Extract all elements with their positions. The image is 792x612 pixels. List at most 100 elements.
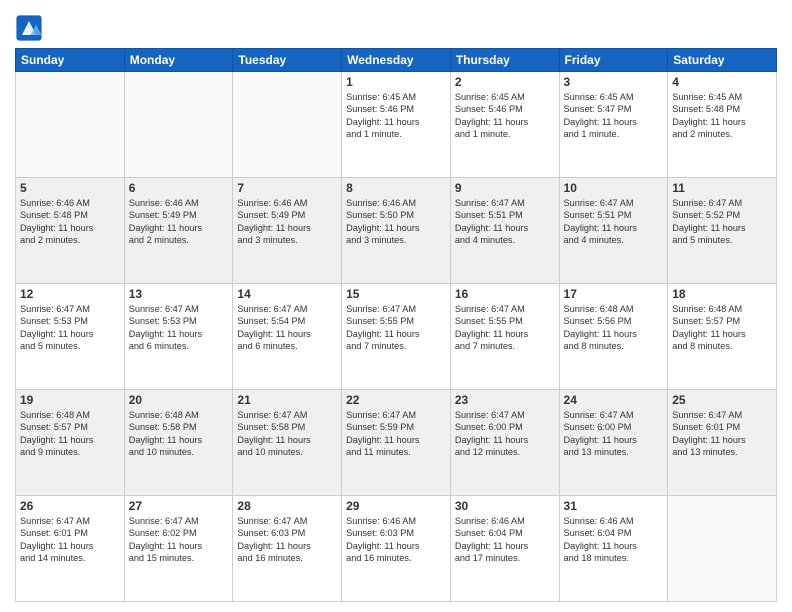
logo	[15, 14, 47, 42]
day-cell: 13 Sunrise: 6:47 AM Sunset: 5:53 PM Dayli…	[124, 284, 233, 390]
col-header-sunday: Sunday	[16, 49, 125, 72]
day-info: Sunrise: 6:47 AM Sunset: 5:51 PM Dayligh…	[455, 197, 555, 247]
col-header-friday: Friday	[559, 49, 668, 72]
col-header-saturday: Saturday	[668, 49, 777, 72]
day-info: Sunrise: 6:46 AM Sunset: 5:50 PM Dayligh…	[346, 197, 446, 247]
day-number: 1	[346, 75, 446, 89]
day-cell: 4 Sunrise: 6:45 AM Sunset: 5:48 PM Daylig…	[668, 72, 777, 178]
col-header-monday: Monday	[124, 49, 233, 72]
day-cell: 22 Sunrise: 6:47 AM Sunset: 5:59 PM Dayli…	[342, 390, 451, 496]
day-cell: 21 Sunrise: 6:47 AM Sunset: 5:58 PM Dayli…	[233, 390, 342, 496]
day-info: Sunrise: 6:46 AM Sunset: 5:49 PM Dayligh…	[237, 197, 337, 247]
day-number: 31	[564, 499, 664, 513]
day-cell: 17Sunrise: 6:48 AM Sunset: 5:56 PM Dayli…	[559, 284, 668, 390]
day-info: Sunrise: 6:48 AM Sunset: 5:57 PM Dayligh…	[20, 409, 120, 459]
day-cell: 1 Sunrise: 6:45 AM Sunset: 5:46 PM Daylig…	[342, 72, 451, 178]
day-number: 12	[20, 287, 120, 301]
day-number: 13	[129, 287, 229, 301]
day-info: Sunrise: 6:47 AM Sunset: 6:03 PM Dayligh…	[237, 515, 337, 565]
day-cell: 31 Sunrise: 6:46 AM Sunset: 6:04 PM Dayli…	[559, 496, 668, 602]
day-cell	[233, 72, 342, 178]
day-number: 29	[346, 499, 446, 513]
day-info: Sunrise: 6:47 AM Sunset: 6:01 PM Dayligh…	[20, 515, 120, 565]
day-info: Sunrise: 6:47 AM Sunset: 6:02 PM Dayligh…	[129, 515, 229, 565]
day-cell: 10 Sunrise: 6:47 AM Sunset: 5:51 PM Dayli…	[559, 178, 668, 284]
day-cell	[16, 72, 125, 178]
day-info: Sunrise: 6:47 AM Sunset: 6:00 PM Dayligh…	[455, 409, 555, 459]
day-number: 21	[237, 393, 337, 407]
day-cell: 11 Sunrise: 6:47 AM Sunset: 5:52 PM Dayli…	[668, 178, 777, 284]
day-cell: 23 Sunrise: 6:47 AM Sunset: 6:00 PM Dayli…	[450, 390, 559, 496]
day-cell: 12 Sunrise: 6:47 AM Sunset: 5:53 PM Dayli…	[16, 284, 125, 390]
day-info: Sunrise: 6:47 AM Sunset: 5:59 PM Dayligh…	[346, 409, 446, 459]
col-header-wednesday: Wednesday	[342, 49, 451, 72]
day-info: Sunrise: 6:47 AM Sunset: 5:55 PM Dayligh…	[346, 303, 446, 353]
col-header-thursday: Thursday	[450, 49, 559, 72]
day-number: 14	[237, 287, 337, 301]
day-number: 6	[129, 181, 229, 195]
day-info: Sunrise: 6:48 AM Sunset: 5:58 PM Dayligh…	[129, 409, 229, 459]
day-number: 7	[237, 181, 337, 195]
day-info: Sunrise: 6:45 AM Sunset: 5:46 PM Dayligh…	[346, 91, 446, 141]
day-info: Sunrise: 6:45 AM Sunset: 5:47 PM Dayligh…	[564, 91, 664, 141]
day-number: 24	[564, 393, 664, 407]
day-cell: 28 Sunrise: 6:47 AM Sunset: 6:03 PM Dayli…	[233, 496, 342, 602]
day-cell: 7 Sunrise: 6:46 AM Sunset: 5:49 PM Daylig…	[233, 178, 342, 284]
day-info: Sunrise: 6:45 AM Sunset: 5:48 PM Dayligh…	[672, 91, 772, 141]
day-info: Sunrise: 6:47 AM Sunset: 6:00 PM Dayligh…	[564, 409, 664, 459]
day-info: Sunrise: 6:47 AM Sunset: 5:54 PM Dayligh…	[237, 303, 337, 353]
day-cell: 27 Sunrise: 6:47 AM Sunset: 6:02 PM Dayli…	[124, 496, 233, 602]
day-cell: 9 Sunrise: 6:47 AM Sunset: 5:51 PM Daylig…	[450, 178, 559, 284]
day-cell: 20 Sunrise: 6:48 AM Sunset: 5:58 PM Dayli…	[124, 390, 233, 496]
day-number: 8	[346, 181, 446, 195]
day-number: 27	[129, 499, 229, 513]
day-info: Sunrise: 6:47 AM Sunset: 5:51 PM Dayligh…	[564, 197, 664, 247]
day-info: Sunrise: 6:47 AM Sunset: 5:53 PM Dayligh…	[129, 303, 229, 353]
day-info: Sunrise: 6:47 AM Sunset: 6:01 PM Dayligh…	[672, 409, 772, 459]
day-cell: 26 Sunrise: 6:47 AM Sunset: 6:01 PM Dayli…	[16, 496, 125, 602]
day-info: Sunrise: 6:47 AM Sunset: 5:58 PM Dayligh…	[237, 409, 337, 459]
calendar-table: SundayMondayTuesdayWednesdayThursdayFrid…	[15, 48, 777, 602]
col-header-tuesday: Tuesday	[233, 49, 342, 72]
day-number: 22	[346, 393, 446, 407]
day-cell: 2 Sunrise: 6:45 AM Sunset: 5:46 PM Daylig…	[450, 72, 559, 178]
day-number: 25	[672, 393, 772, 407]
logo-icon	[15, 14, 43, 42]
day-number: 20	[129, 393, 229, 407]
day-number: 11	[672, 181, 772, 195]
day-number: 2	[455, 75, 555, 89]
day-cell: 24 Sunrise: 6:47 AM Sunset: 6:00 PM Dayli…	[559, 390, 668, 496]
week-row-0: 1 Sunrise: 6:45 AM Sunset: 5:46 PM Daylig…	[16, 72, 777, 178]
day-number: 5	[20, 181, 120, 195]
day-cell: 18 Sunrise: 6:48 AM Sunset: 5:57 PM Dayli…	[668, 284, 777, 390]
day-cell: 15 Sunrise: 6:47 AM Sunset: 5:55 PM Dayli…	[342, 284, 451, 390]
day-info: Sunrise: 6:47 AM Sunset: 5:53 PM Dayligh…	[20, 303, 120, 353]
day-info: Sunrise: 6:47 AM Sunset: 5:52 PM Dayligh…	[672, 197, 772, 247]
page: SundayMondayTuesdayWednesdayThursdayFrid…	[0, 0, 792, 612]
day-cell: 5Sunrise: 6:46 AM Sunset: 5:48 PM Daylig…	[16, 178, 125, 284]
day-info: Sunrise: 6:48 AM Sunset: 5:57 PM Dayligh…	[672, 303, 772, 353]
day-cell: 16Sunrise: 6:47 AM Sunset: 5:55 PM Dayli…	[450, 284, 559, 390]
day-number: 28	[237, 499, 337, 513]
day-number: 16	[455, 287, 555, 301]
day-info: Sunrise: 6:45 AM Sunset: 5:46 PM Dayligh…	[455, 91, 555, 141]
day-cell: 3 Sunrise: 6:45 AM Sunset: 5:47 PM Daylig…	[559, 72, 668, 178]
day-cell	[668, 496, 777, 602]
day-number: 4	[672, 75, 772, 89]
day-number: 9	[455, 181, 555, 195]
day-info: Sunrise: 6:46 AM Sunset: 6:04 PM Dayligh…	[455, 515, 555, 565]
day-cell: 8 Sunrise: 6:46 AM Sunset: 5:50 PM Daylig…	[342, 178, 451, 284]
header	[15, 10, 777, 42]
week-row-2: 12 Sunrise: 6:47 AM Sunset: 5:53 PM Dayli…	[16, 284, 777, 390]
day-number: 15	[346, 287, 446, 301]
day-number: 26	[20, 499, 120, 513]
day-number: 10	[564, 181, 664, 195]
week-row-3: 19Sunrise: 6:48 AM Sunset: 5:57 PM Dayli…	[16, 390, 777, 496]
day-number: 23	[455, 393, 555, 407]
day-cell: 25 Sunrise: 6:47 AM Sunset: 6:01 PM Dayli…	[668, 390, 777, 496]
day-cell: 19Sunrise: 6:48 AM Sunset: 5:57 PM Dayli…	[16, 390, 125, 496]
day-number: 18	[672, 287, 772, 301]
day-info: Sunrise: 6:46 AM Sunset: 6:04 PM Dayligh…	[564, 515, 664, 565]
day-cell	[124, 72, 233, 178]
day-number: 3	[564, 75, 664, 89]
